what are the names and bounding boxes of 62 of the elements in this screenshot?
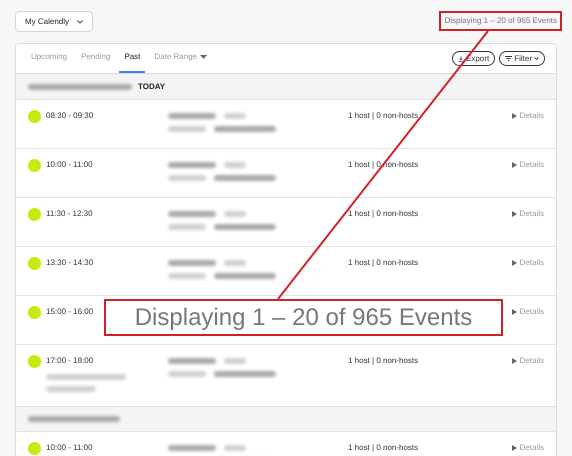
calendar-dropdown[interactable]: My Calendly [15, 11, 94, 32]
redacted-text [214, 273, 276, 279]
redacted-text [168, 126, 206, 132]
download-icon [458, 56, 464, 62]
redacted-text [168, 445, 216, 451]
play-icon [512, 445, 517, 451]
event-time: 13:30 - 14:30 [46, 257, 94, 269]
redacted-text [224, 162, 246, 168]
redacted-text [168, 211, 216, 217]
redacted-text [224, 260, 246, 266]
play-icon [512, 309, 517, 315]
attendee-count: 1 host | 0 non-hosts [348, 208, 420, 220]
attendee-count: 1 host | 0 non-hosts [348, 257, 420, 269]
redacted-text [168, 273, 206, 279]
attendee-count: 1 host | 0 non-hosts [348, 159, 420, 171]
details-link[interactable]: Details [512, 258, 544, 268]
redacted-text [46, 386, 96, 392]
redacted-text [168, 260, 216, 266]
play-icon [512, 211, 517, 217]
details-link[interactable]: Details [512, 356, 544, 366]
tab[interactable]: Pending [76, 43, 116, 73]
filter-icon [505, 56, 512, 61]
redacted-text [168, 162, 216, 168]
play-icon [512, 113, 517, 119]
redacted-text [168, 358, 216, 364]
event-count: Displaying 1 – 20 of 965 Events [439, 11, 562, 31]
event-time: 10:00 - 11:00 [46, 442, 94, 454]
redacted-text [224, 113, 246, 119]
redacted-text [168, 371, 206, 377]
redacted-text [224, 445, 246, 451]
redacted-text [214, 371, 276, 377]
details-link[interactable]: Details [512, 307, 544, 317]
details-link[interactable]: Details [512, 160, 544, 170]
chevron-down-icon [77, 20, 84, 24]
caret-down-icon [200, 55, 208, 59]
redacted-text [168, 224, 206, 230]
redacted-text [214, 224, 276, 230]
redacted-text [224, 211, 246, 217]
details-link[interactable]: Details [512, 443, 544, 453]
details-link[interactable]: Details [512, 209, 544, 219]
play-icon [512, 162, 517, 168]
attendee-count: 1 host | 0 non-hosts [348, 442, 420, 454]
zoom-callout: Displaying 1 – 20 of 965 Events [104, 299, 503, 336]
redacted-text [168, 175, 206, 181]
redacted-text [214, 126, 276, 132]
play-icon [512, 260, 517, 266]
attendee-count: 1 host | 0 non-hosts [348, 355, 420, 367]
event-time: 08:30 - 09:30 [46, 110, 94, 122]
redacted-text [168, 113, 216, 119]
filter-button[interactable]: Filter [499, 51, 545, 66]
attendee-count: 1 host | 0 non-hosts [348, 110, 420, 122]
event-time: 10:00 - 11:00 [46, 159, 94, 171]
details-link[interactable]: Details [512, 111, 544, 121]
event-time: 11:30 - 12:30 [46, 208, 94, 220]
tab[interactable]: Date Range [149, 43, 212, 73]
play-icon [512, 358, 517, 364]
redacted-text [224, 358, 246, 364]
redacted-text [214, 175, 276, 181]
chevron-down-icon [534, 57, 539, 60]
event-time: 17:00 - 18:00 [46, 355, 94, 367]
today-label: TODAY [138, 80, 166, 92]
tab[interactable]: Upcoming [26, 43, 72, 73]
